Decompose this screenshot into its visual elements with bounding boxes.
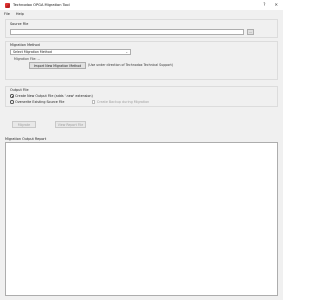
import-migration-method-button[interactable]: Import New Migration Method (29, 62, 86, 69)
source-file-input[interactable] (10, 29, 244, 35)
app-icon (5, 2, 10, 8)
view-report-button[interactable]: View Report File (55, 121, 86, 128)
migration-method-label: Migration Method (10, 43, 40, 47)
menu-file[interactable]: File (4, 12, 10, 16)
create-new-output-option[interactable]: Create New Output File (adds '.new' exte… (10, 94, 93, 98)
import-hint: (Use under direction of Technodox Techni… (88, 63, 174, 67)
create-backup-label: Create Backup during Migration (96, 100, 150, 104)
create-backup-checkbox[interactable] (92, 100, 96, 104)
app-window: Technodox OPGA Migration Tool ? ✕ File H… (0, 0, 283, 300)
chevron-down-icon: ⌄ (125, 50, 128, 54)
overwrite-source-label: Overwrite Existing Source File (15, 100, 65, 104)
source-file-label: Source File (10, 22, 29, 26)
migration-method-group: Migration Method Select Migration Method… (5, 41, 278, 80)
source-file-group: Source File ... (5, 19, 278, 38)
window-title: Technodox OPGA Migration Tool (13, 3, 70, 7)
radio-overwrite[interactable] (10, 100, 14, 104)
create-backup-option[interactable]: Create Backup during Migration (92, 100, 149, 104)
overwrite-source-option[interactable]: Overwrite Existing Source File (10, 100, 64, 104)
migration-file-text: Migration File: -- (14, 57, 40, 61)
create-new-output-label: Create New Output File (adds '.new' exte… (15, 94, 93, 98)
migration-method-selected: Select Migration Method (13, 50, 52, 54)
title-bar: Technodox OPGA Migration Tool ? ✕ (0, 0, 283, 10)
report-textarea[interactable] (5, 142, 278, 296)
output-file-group: Output File Create New Output File (adds… (5, 86, 278, 107)
migration-method-select[interactable]: Select Migration Method ⌄ (10, 49, 131, 55)
output-file-label: Output File (10, 88, 29, 92)
help-icon[interactable]: ? (263, 2, 265, 7)
menu-help[interactable]: Help (16, 12, 24, 16)
browse-button[interactable]: ... (247, 29, 254, 35)
report-label: Migration Output Report (5, 137, 47, 141)
window-controls: ? ✕ (263, 2, 278, 7)
radio-create-new[interactable] (10, 94, 14, 98)
migrate-button[interactable]: Migrate (12, 121, 36, 128)
close-icon[interactable]: ✕ (274, 2, 278, 7)
menu-bar: File Help (0, 10, 283, 17)
